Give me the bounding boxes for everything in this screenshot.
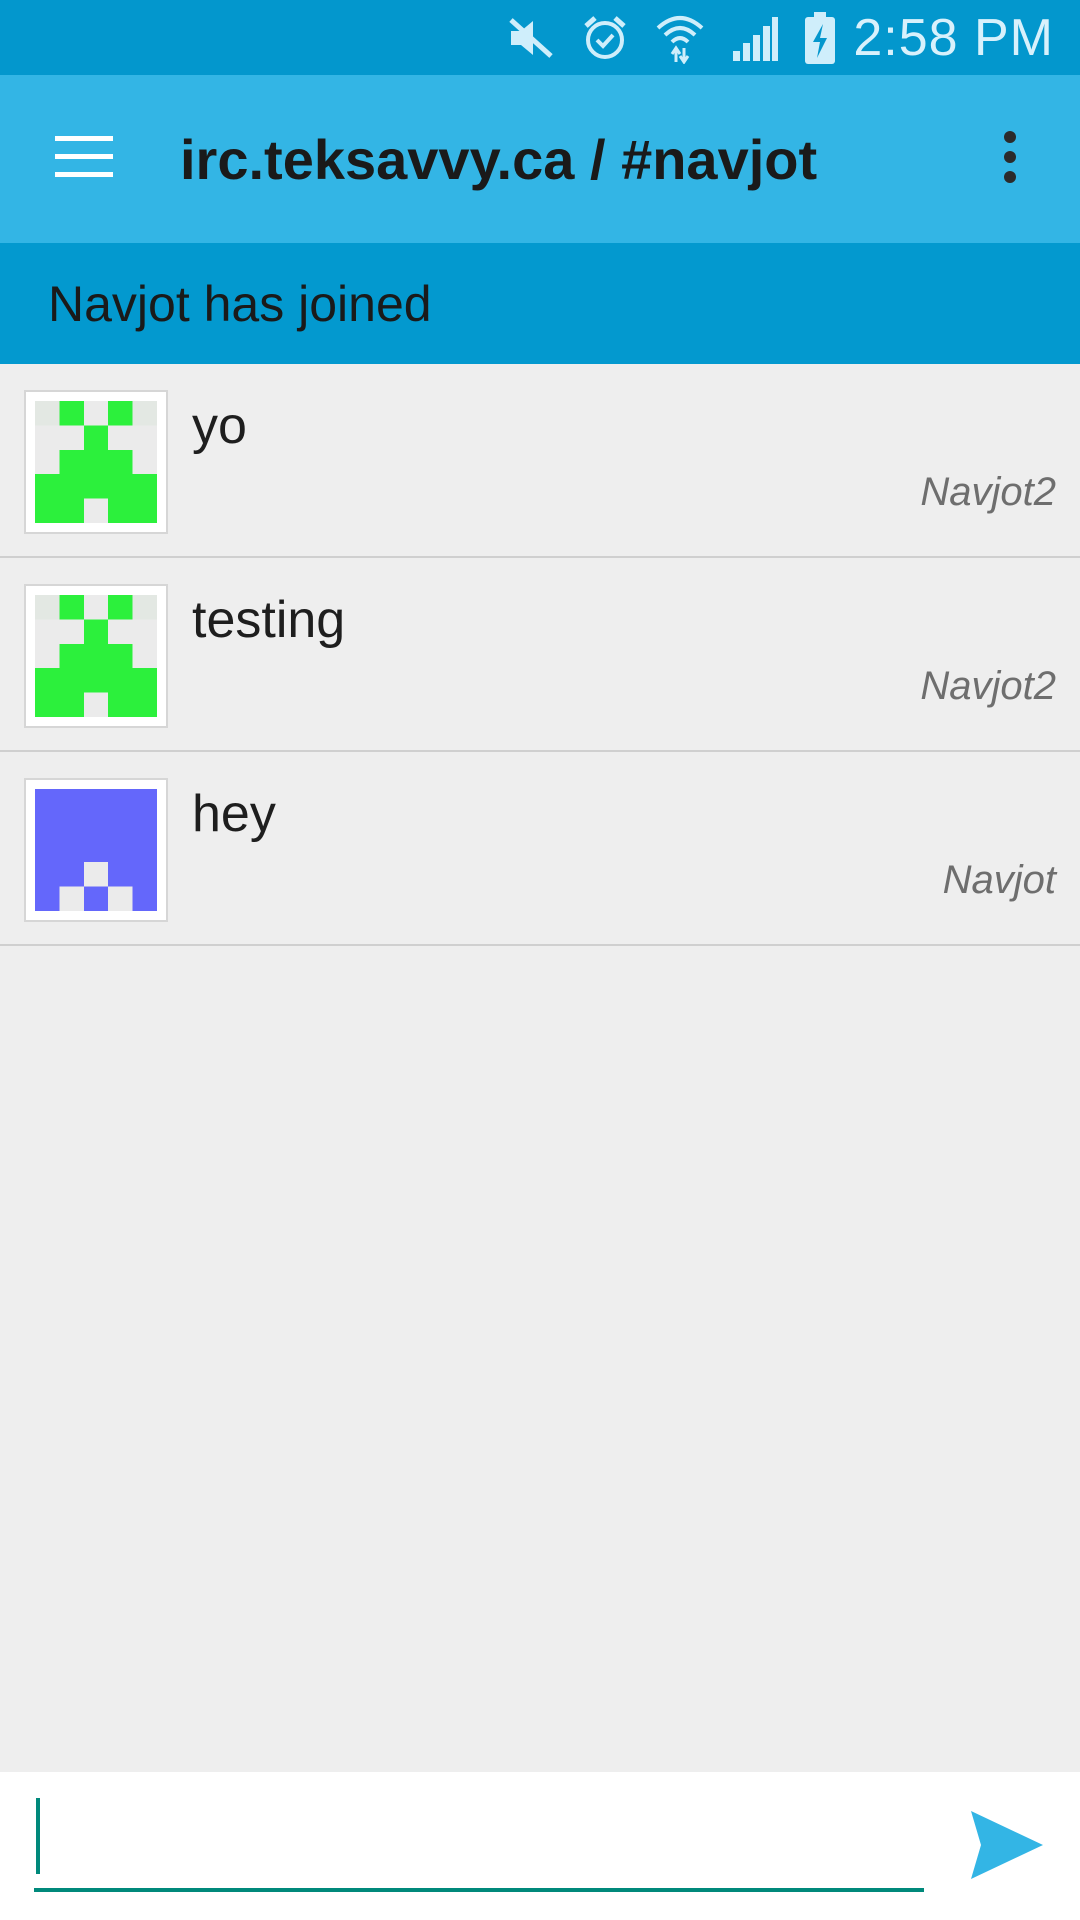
message-row[interactable]: hey Navjot xyxy=(0,752,1080,946)
message-text: hey xyxy=(192,785,276,843)
identicon-blue xyxy=(35,789,157,911)
send-icon xyxy=(969,1809,1045,1886)
message-row[interactable]: yo Navjot2 xyxy=(0,364,1080,558)
message-author: Navjot2 xyxy=(920,470,1056,514)
alarm-icon xyxy=(581,0,629,75)
message-row[interactable]: testing Navjot2 xyxy=(0,558,1080,752)
join-event-banner: Navjot has joined xyxy=(0,243,1080,364)
avatar xyxy=(24,584,168,728)
hamburger-menu-icon xyxy=(55,135,113,183)
more-vert-icon xyxy=(1003,130,1017,188)
message-text: yo xyxy=(192,397,247,455)
message-author: Navjot2 xyxy=(920,664,1056,708)
avatar xyxy=(24,778,168,922)
channel-title: irc.teksavvy.ca / #navjot xyxy=(180,127,818,191)
app-bar: irc.teksavvy.ca / #navjot xyxy=(0,75,1080,243)
message-text: testing xyxy=(192,591,346,649)
overflow-menu-button[interactable] xyxy=(940,75,1080,243)
join-event-text: Navjot has joined xyxy=(48,275,432,332)
composer-bar xyxy=(0,1772,1080,1920)
menu-button[interactable] xyxy=(0,75,168,243)
status-bar: 2:58 PM xyxy=(0,0,1080,75)
mute-icon xyxy=(507,0,555,75)
signal-icon xyxy=(731,0,779,75)
message-author: Navjot xyxy=(942,858,1056,902)
send-button[interactable] xyxy=(952,1792,1062,1902)
avatar xyxy=(24,390,168,534)
status-time: 2:58 PM xyxy=(853,8,1054,67)
identicon-green xyxy=(35,401,157,523)
message-input[interactable] xyxy=(34,1794,924,1892)
battery-charging-icon xyxy=(805,0,836,75)
message-list[interactable]: yo Navjot2 testing Navjot2 hey Navjot xyxy=(0,364,1080,946)
text-cursor xyxy=(36,1798,40,1874)
identicon-green xyxy=(35,595,157,717)
wifi-icon xyxy=(655,0,705,75)
